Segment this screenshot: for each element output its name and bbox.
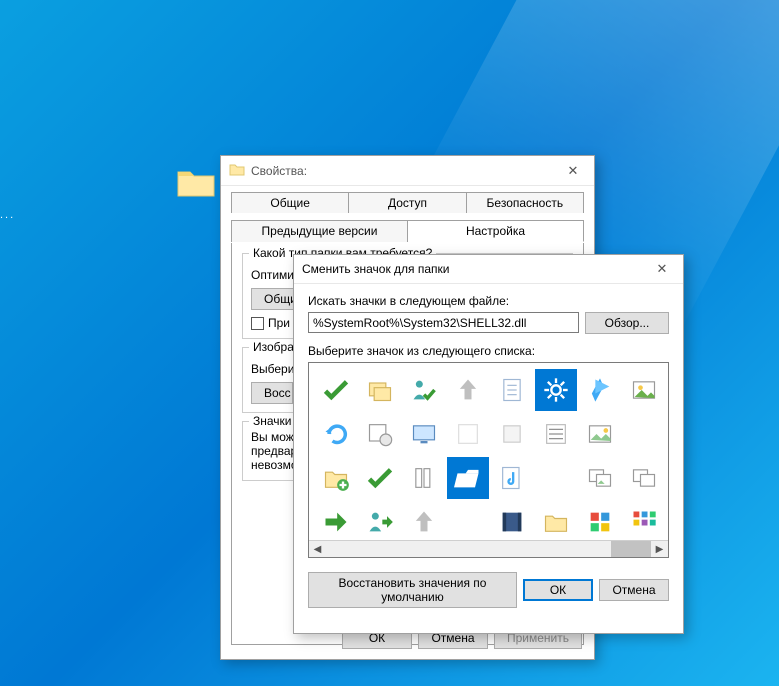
- icon-arrow-up[interactable]: [403, 501, 445, 543]
- change-icon-button-row: Восстановить значения по умолчанию ОК От…: [308, 572, 669, 608]
- close-icon[interactable]: ✕: [649, 261, 675, 277]
- restore-image-button[interactable]: Восс: [251, 382, 293, 404]
- icon-picture[interactable]: [623, 369, 665, 411]
- icon-grid-rgb[interactable]: [623, 501, 665, 543]
- icon-photo-pair[interactable]: [623, 457, 665, 499]
- scroll-thumb[interactable]: [611, 541, 651, 557]
- scroll-right-icon[interactable]: ▶: [651, 544, 668, 555]
- icon-undo[interactable]: [315, 413, 357, 455]
- icon-star-blue[interactable]: [579, 369, 621, 411]
- icon-music-note[interactable]: [491, 457, 533, 499]
- tab-customize[interactable]: Настройка: [408, 220, 584, 242]
- icon-books[interactable]: [403, 457, 445, 499]
- icon-folders-stack[interactable]: [359, 369, 401, 411]
- ok-button[interactable]: ОК: [523, 579, 593, 601]
- group-image-title: Изобра: [249, 340, 298, 354]
- icon-blank[interactable]: [535, 457, 577, 499]
- icon-file-path-input[interactable]: [308, 312, 579, 333]
- desktop-folder-icon[interactable]: [176, 166, 216, 198]
- change-icon-title: Сменить значок для папки: [302, 262, 450, 276]
- icon-grid: [309, 363, 668, 558]
- scroll-track[interactable]: [326, 541, 651, 557]
- icon-folder-yellow[interactable]: [535, 501, 577, 543]
- scroll-left-icon[interactable]: ◀: [309, 544, 326, 555]
- icon-list-pane: ◀ ▶: [308, 362, 669, 558]
- icon-gear-blue[interactable]: [535, 369, 577, 411]
- icon-checkmark[interactable]: [315, 369, 357, 411]
- properties-titlebar[interactable]: Свойства: ✕: [221, 156, 594, 186]
- icon-arrow-up-gray[interactable]: [447, 369, 489, 411]
- icon-photo-pair[interactable]: [579, 457, 621, 499]
- icon-monitor[interactable]: [403, 413, 445, 455]
- cancel-button[interactable]: Отмена: [599, 579, 669, 601]
- icon-photo[interactable]: [579, 413, 621, 455]
- icon-checkmark[interactable]: [359, 457, 401, 499]
- apply-subfolders-label: При: [268, 316, 290, 330]
- icon-blank[interactable]: [447, 413, 489, 455]
- tab-general[interactable]: Общие: [231, 192, 349, 213]
- icon-scrollbar[interactable]: ◀ ▶: [309, 540, 668, 557]
- tabs-row-2: Предыдущие версии Настройка: [231, 220, 584, 243]
- icon-arrow-right[interactable]: [315, 501, 357, 543]
- folder-icon: [229, 162, 245, 179]
- apply-subfolders-checkbox[interactable]: [251, 317, 264, 330]
- properties-title: Свойства:: [251, 164, 307, 178]
- change-icon-titlebar[interactable]: Сменить значок для папки ✕: [294, 255, 683, 284]
- icon-people-check[interactable]: [403, 369, 445, 411]
- change-icon-dialog: Сменить значок для папки ✕ Искать значки…: [293, 254, 684, 634]
- browse-button[interactable]: Обзор...: [585, 312, 669, 334]
- icon-people-arrow[interactable]: [359, 501, 401, 543]
- icon-document[interactable]: [491, 369, 533, 411]
- tab-security[interactable]: Безопасность: [467, 192, 584, 213]
- icon-folder-add[interactable]: [315, 457, 357, 499]
- icon-film-disc[interactable]: [359, 413, 401, 455]
- icon-blank[interactable]: [491, 413, 533, 455]
- group-icons-title: Значки: [249, 414, 296, 428]
- restore-defaults-button[interactable]: Восстановить значения по умолчанию: [308, 572, 517, 608]
- search-in-file-label: Искать значки в следующем файле:: [308, 294, 669, 308]
- tabs-row-1: Общие Доступ Безопасность: [231, 192, 584, 214]
- desktop-label-dots: ...: [0, 209, 15, 221]
- icon-blank[interactable]: [447, 501, 489, 543]
- icon-film[interactable]: [491, 501, 533, 543]
- icon-list-lines[interactable]: [535, 413, 577, 455]
- tab-sharing[interactable]: Доступ: [349, 192, 466, 213]
- icon-grid-rgb[interactable]: [579, 501, 621, 543]
- pick-from-list-label: Выберите значок из следующего списка:: [308, 344, 669, 358]
- tab-previous-versions[interactable]: Предыдущие версии: [231, 220, 408, 242]
- icon-blank[interactable]: [623, 413, 665, 455]
- close-icon[interactable]: ✕: [560, 163, 586, 179]
- icon-open-folder-selected[interactable]: [447, 457, 489, 499]
